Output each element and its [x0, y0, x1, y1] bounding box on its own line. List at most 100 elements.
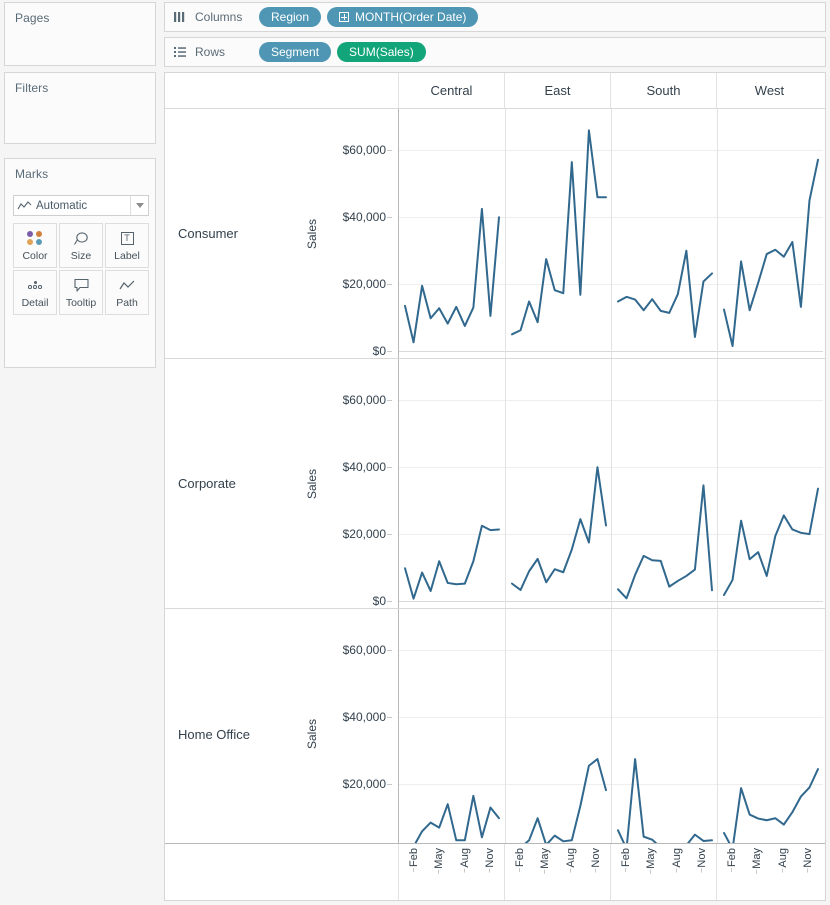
pill-segment[interactable]: Segment [259, 42, 331, 62]
row-header-consumer[interactable]: Consumer [165, 109, 293, 358]
line-series [612, 109, 718, 359]
tableau-worksheet: Pages Filters Marks Automatic [0, 0, 830, 905]
line-series [718, 609, 824, 859]
pages-shelf-title: Pages [5, 3, 155, 25]
column-header-label: Central [431, 83, 473, 98]
viz-column: Columns Region MONTH(Order Date) [160, 0, 830, 905]
marks-size-button[interactable]: Size [59, 223, 103, 268]
chart-panel[interactable] [611, 109, 717, 358]
row-header-corporate[interactable]: Corporate [165, 359, 293, 608]
x-axis-band: FebMayAugNovFebMayAugNovFebMayAugNovFebM… [165, 843, 825, 900]
filters-shelf[interactable]: Filters [4, 72, 156, 144]
chart-panel[interactable] [611, 609, 717, 859]
x-axis-cell[interactable]: FebMayAugNov [504, 844, 610, 900]
visualization-pane[interactable]: CentralEastSouthWest ConsumerSales$0$20,… [164, 72, 826, 901]
x-tick-label: Feb [620, 848, 632, 867]
y-tick-label: $40,000 [343, 460, 386, 474]
row-header-label: Corporate [178, 476, 236, 491]
panel-group [398, 109, 825, 358]
line-chart-icon [14, 201, 34, 211]
pill-region[interactable]: Region [259, 7, 321, 27]
marks-detail-label: Detail [22, 297, 49, 309]
pill-month-order-date[interactable]: MONTH(Order Date) [327, 7, 478, 27]
chart-panel[interactable] [717, 359, 823, 608]
chevron-down-icon[interactable] [130, 196, 148, 215]
x-tick-label: Nov [696, 848, 708, 868]
chart-panel[interactable] [399, 609, 505, 859]
x-axis-cell[interactable]: FebMayAugNov [610, 844, 716, 900]
mark-type-dropdown[interactable]: Automatic [13, 195, 149, 216]
column-header-south[interactable]: South [610, 73, 716, 108]
y-axis[interactable]: Sales$0$20,000$40,000$60,000 [293, 609, 398, 859]
y-tick-label: $60,000 [343, 393, 386, 407]
columns-shelf[interactable]: Columns Region MONTH(Order Date) [164, 2, 826, 32]
marks-label-button[interactable]: T Label [105, 223, 149, 268]
rows-shelf-label: Rows [195, 45, 259, 59]
line-series [718, 109, 824, 359]
x-tick-label: May [539, 848, 551, 869]
y-axis-ticks: $0$20,000$40,000$60,000 [306, 109, 392, 358]
x-axis-cell[interactable]: FebMayAugNov [398, 844, 504, 900]
path-line-icon [119, 276, 136, 294]
color-dots-icon [27, 229, 43, 247]
y-axis[interactable]: Sales$0$20,000$40,000$60,000 [293, 359, 398, 608]
line-series [506, 359, 612, 609]
chart-panel[interactable] [399, 109, 505, 358]
x-tick-label: Nov [590, 848, 602, 868]
y-tick-label: $60,000 [343, 643, 386, 657]
pill-sum-sales[interactable]: SUM(Sales) [337, 42, 426, 62]
x-axis-cell[interactable]: FebMayAugNov [716, 844, 822, 900]
column-header-label: South [647, 83, 681, 98]
detail-dots-icon [28, 276, 42, 294]
chart-row-corporate: CorporateSales$0$20,000$40,000$60,000 [165, 359, 825, 609]
expand-plus-icon[interactable] [339, 12, 349, 22]
marks-color-label: Color [22, 250, 47, 262]
rows-shelf[interactable]: Rows Segment SUM(Sales) [164, 37, 826, 67]
marks-card-title: Marks [5, 159, 155, 181]
column-header-central[interactable]: Central [398, 73, 504, 108]
line-series [718, 359, 824, 609]
column-header-west[interactable]: West [716, 73, 822, 108]
y-axis-ticks: $0 $20,000 $40,000 $60,000 [306, 359, 392, 608]
chart-panel[interactable] [505, 609, 611, 859]
y-tick-label: $20,000 [343, 777, 386, 791]
line-series [399, 609, 505, 859]
chart-panel[interactable] [611, 359, 717, 608]
chart-rows: ConsumerSales$0$20,000$40,000$60,000Corp… [165, 109, 825, 859]
column-header-label: West [755, 83, 784, 98]
row-header-home-office[interactable]: Home Office [165, 609, 293, 859]
y-tick-label: $20,000 [343, 527, 386, 541]
size-icon [73, 229, 90, 247]
marks-card: Marks Automatic [4, 158, 156, 368]
column-header-label: East [544, 83, 570, 98]
column-header-east[interactable]: East [504, 73, 610, 108]
x-tick-label: Aug [777, 848, 789, 868]
tooltip-bubble-icon [73, 276, 90, 294]
y-tick-label: $40,000 [343, 710, 386, 724]
x-tick-label: Feb [726, 848, 738, 867]
row-header-label: Home Office [178, 727, 250, 742]
marks-color-button[interactable]: Color [13, 223, 57, 268]
marks-label-label: Label [114, 250, 140, 262]
marks-path-button[interactable]: Path [105, 270, 149, 315]
x-tick-label: Nov [802, 848, 814, 868]
chart-panel[interactable] [717, 609, 823, 859]
marks-detail-button[interactable]: Detail [13, 270, 57, 315]
y-tick-label: $0 [373, 594, 386, 608]
y-tick-label: $40,000 [343, 210, 386, 224]
x-tick-label: Feb [514, 848, 526, 867]
chart-panel[interactable] [399, 359, 505, 608]
mark-type-label: Automatic [34, 200, 130, 212]
chart-row-home-office: Home OfficeSales$0$20,000$40,000$60,000 [165, 609, 825, 859]
y-axis-ticks: $0$20,000$40,000$60,000 [306, 609, 392, 859]
pages-shelf[interactable]: Pages [4, 2, 156, 66]
marks-tooltip-button[interactable]: Tooltip [59, 270, 103, 315]
y-axis[interactable]: Sales$0$20,000$40,000$60,000 [293, 109, 398, 358]
chart-panel[interactable] [505, 359, 611, 608]
chart-panel[interactable] [717, 109, 823, 358]
panel-group [398, 609, 825, 859]
marks-buttons-grid: Color Size T Label [13, 223, 149, 315]
y-tick-label: $20,000 [343, 277, 386, 291]
line-series [399, 109, 505, 359]
chart-panel[interactable] [505, 109, 611, 358]
